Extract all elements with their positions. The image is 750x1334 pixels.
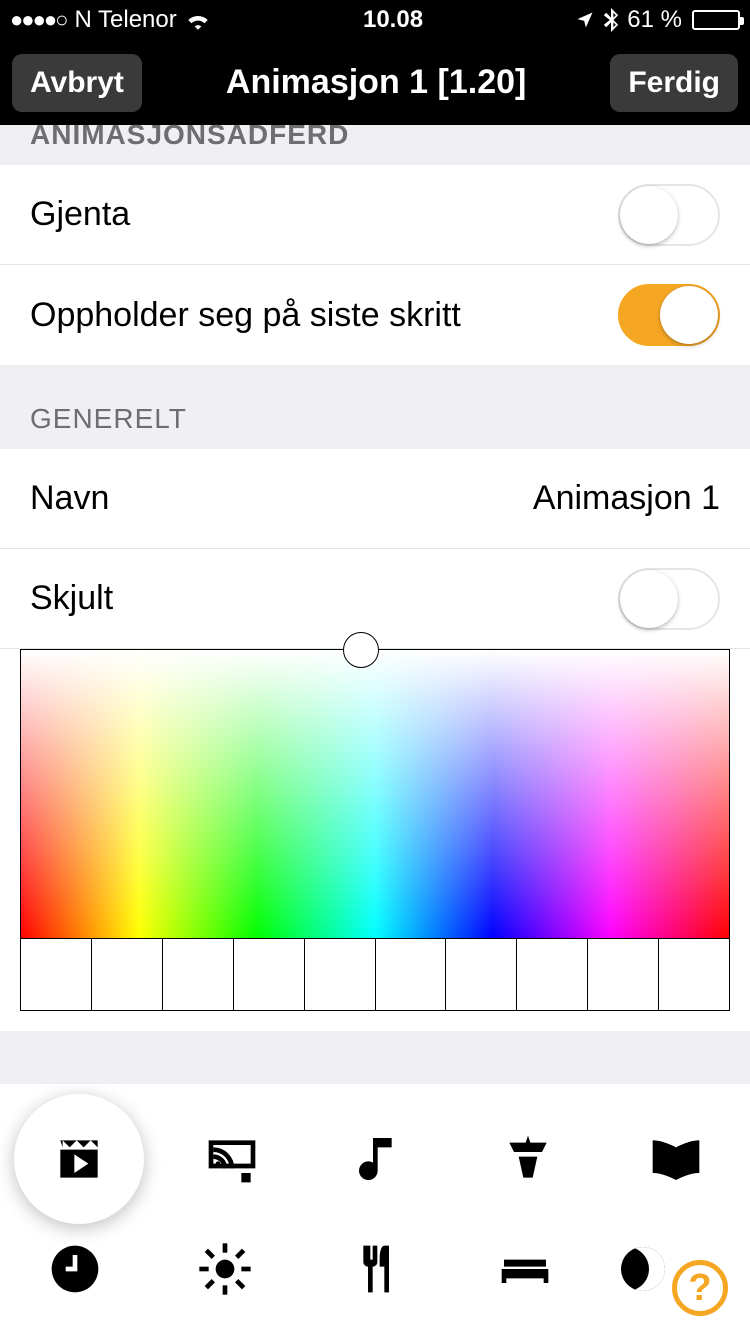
bluetooth-icon	[603, 8, 619, 32]
row-hold-last-step[interactable]: Oppholder seg på siste skritt	[0, 265, 750, 365]
hidden-toggle[interactable]	[618, 568, 720, 630]
color-picker-spectrum[interactable]	[20, 649, 730, 939]
status-time: 10.08	[363, 6, 423, 34]
repeat-label: Gjenta	[30, 195, 130, 234]
location-icon	[575, 10, 595, 30]
clock-icon	[47, 1241, 103, 1297]
color-picker-handle[interactable]	[343, 632, 379, 668]
color-swatch[interactable]	[163, 939, 234, 1010]
battery-pct-label: 61 %	[627, 6, 682, 34]
row-hidden[interactable]: Skjult	[0, 549, 750, 649]
section-header-general: GENERELT	[0, 365, 750, 449]
color-swatch[interactable]	[305, 939, 376, 1010]
repeat-toggle[interactable]	[618, 184, 720, 246]
carrier-label: N Telenor	[74, 6, 176, 34]
help-button[interactable]: ?	[672, 1260, 728, 1316]
tab-cast[interactable]	[172, 1109, 292, 1209]
lectern-icon	[500, 1131, 556, 1187]
screen-remote-icon	[204, 1131, 260, 1187]
signal-strength-icon: ●●●●○	[10, 7, 66, 33]
hold-last-step-toggle[interactable]	[618, 284, 720, 346]
name-value: Animasjon 1	[533, 479, 720, 518]
color-swatch[interactable]	[659, 939, 729, 1010]
category-icon-grid: ?	[0, 1084, 750, 1334]
cancel-button[interactable]: Avbryt	[12, 54, 142, 112]
row-repeat[interactable]: Gjenta	[0, 165, 750, 265]
status-bar: ●●●●○ N Telenor 10.08 61 %	[0, 0, 750, 40]
color-swatch[interactable]	[92, 939, 163, 1010]
name-label: Navn	[30, 479, 109, 518]
tab-animation[interactable]	[14, 1094, 144, 1224]
hidden-label: Skjult	[30, 579, 113, 618]
tab-podium[interactable]	[468, 1109, 588, 1209]
section-header-behavior: ANIMASJONSADFERD	[0, 119, 750, 165]
hold-last-step-label: Oppholder seg på siste skritt	[30, 296, 461, 335]
color-swatch[interactable]	[446, 939, 517, 1010]
tab-clock[interactable]	[15, 1219, 135, 1319]
color-swatch[interactable]	[234, 939, 305, 1010]
sun-icon	[197, 1241, 253, 1297]
page-title: Animasjon 1 [1.20]	[226, 63, 526, 102]
nav-bar: Avbryt Animasjon 1 [1.20] Ferdig	[0, 40, 750, 125]
color-swatch[interactable]	[376, 939, 447, 1010]
battery-icon	[692, 10, 740, 30]
tab-bed[interactable]	[465, 1219, 585, 1319]
tab-brightness[interactable]	[165, 1219, 285, 1319]
color-swatch-row	[20, 939, 730, 1011]
utensils-icon	[347, 1241, 403, 1297]
tab-dining[interactable]	[315, 1219, 435, 1319]
row-name[interactable]: Navn Animasjon 1	[0, 449, 750, 549]
color-swatch[interactable]	[21, 939, 92, 1010]
tab-music[interactable]	[320, 1109, 440, 1209]
tab-book[interactable]	[616, 1109, 736, 1209]
color-picker	[0, 649, 750, 1031]
color-swatch[interactable]	[517, 939, 588, 1010]
open-book-icon	[648, 1131, 704, 1187]
bed-icon	[497, 1241, 553, 1297]
color-swatch[interactable]	[588, 939, 659, 1010]
wifi-icon	[185, 10, 211, 30]
moon-icon	[621, 1247, 665, 1291]
clapper-play-icon	[51, 1131, 107, 1187]
music-note-icon	[352, 1131, 408, 1187]
done-button[interactable]: Ferdig	[610, 54, 738, 112]
question-mark-icon: ?	[688, 1267, 711, 1310]
